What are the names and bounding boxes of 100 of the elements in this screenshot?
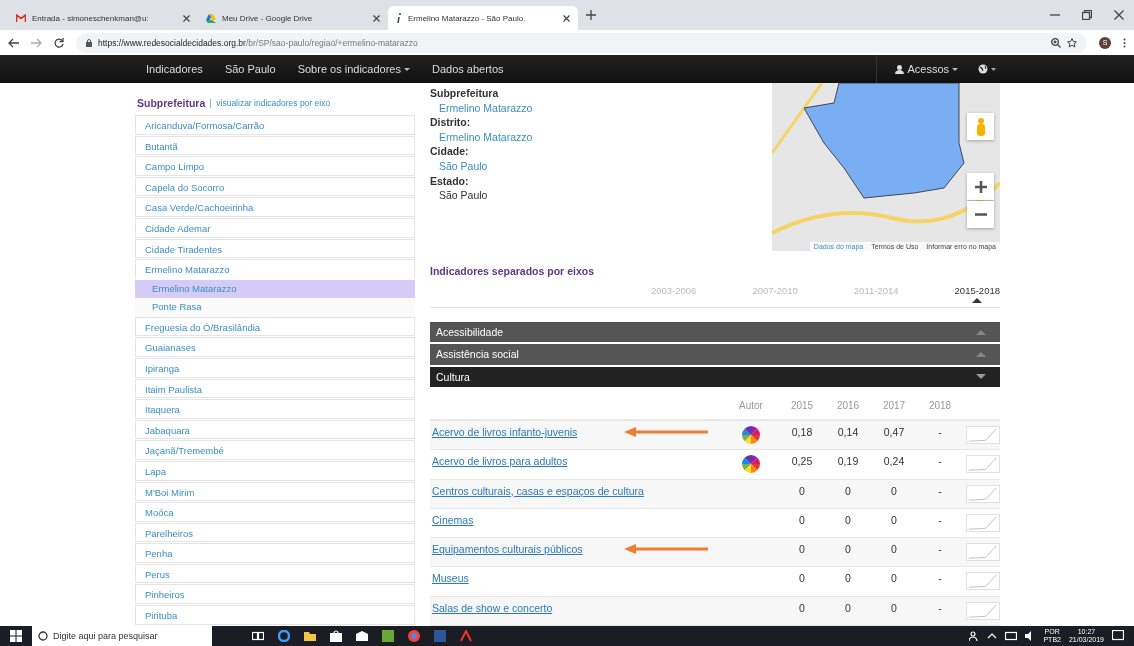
zoom-out-button[interactable] [967,201,994,228]
indicator-link[interactable]: Museus [432,572,469,585]
minus-icon [974,213,987,216]
account-menu[interactable]: Acessos [895,63,958,75]
browser-icon[interactable] [278,630,290,642]
info-label: Estado: [430,173,470,189]
network-icon[interactable] [1005,631,1018,641]
caret-icon [976,351,986,357]
sidebar-item[interactable]: Cidade Ademar [135,217,415,238]
reload-icon[interactable] [54,37,64,48]
indicator-link[interactable]: Centros culturais, casas e espaços de cultura [432,484,644,497]
sidebar-item[interactable]: Butantã [135,135,415,156]
indicator-link[interactable]: Acervo de livros infanto-juvenis [432,425,578,438]
zoom-in-button[interactable] [967,173,994,200]
sidebar-item[interactable]: Pinheiros [135,584,415,605]
browser-tab[interactable]: Ermelino Matarazzo - São Paulo. [388,6,578,30]
close-icon[interactable] [1114,10,1124,20]
indicator-link[interactable]: Equipamentos culturais públicos [432,543,583,556]
sidebar-item[interactable]: Jabaquara [135,419,415,440]
column-header: 2017 [881,400,907,412]
task-view-icon[interactable] [252,631,264,641]
sidebar-item[interactable]: Pirituba [135,605,415,625]
close-icon[interactable] [373,14,380,22]
sidebar-item[interactable]: Lapa [135,460,415,481]
table-cell-text: 0 [798,572,806,585]
sidebar-item[interactable]: Ipiranga [135,357,415,378]
zoom-icon[interactable] [1051,37,1061,48]
chevron-icon[interactable] [987,633,998,639]
table-cell-text: - [937,484,943,497]
info-link[interactable]: Ermelino Matarazzo [430,100,533,116]
nav-link[interactable]: São Paulo [224,63,276,75]
star-icon[interactable] [1067,37,1077,48]
globe-icon[interactable] [978,64,998,74]
browser-tab[interactable]: Meu Drive - Google Drive [198,6,388,30]
chrome-icon[interactable] [408,630,420,642]
sidebar-item[interactable]: Aricanduva/Formosa/Carrão [135,115,415,135]
sidebar-item[interactable]: Ermelino Matarazzo [135,259,415,279]
info-label: Subprefeitura [430,86,500,101]
folder-icon[interactable] [304,631,316,641]
sidebar-item[interactable]: Penha [135,543,415,563]
restore-icon[interactable] [1082,10,1092,20]
table-cell-text: 0 [890,484,898,497]
sidebar-item[interactable]: Itaim Paulista [135,378,415,399]
table-cell-text: 0 [798,513,806,526]
sidebar-item[interactable]: Itaquera [135,399,415,419]
caret-icon [952,67,958,71]
table-cell-text: 0 [798,484,806,497]
accordion-header[interactable]: Acessibilidade [430,322,1000,343]
table-cell-text: 0,19 [836,455,860,468]
sidebar-item[interactable]: Jaçanã/Tremembé [135,440,415,460]
menu-icon[interactable] [1123,37,1126,48]
axis-link[interactable]: visualizar indicadores por eixo [216,98,331,108]
back-icon[interactable] [8,37,19,48]
people-icon[interactable] [969,631,980,641]
period-tab[interactable]: 2003-2006 [650,285,697,303]
nav-link[interactable]: Sobre os indicadores [297,63,410,75]
sidebar-item[interactable]: Freguesia do Ó/Brasilândia [135,316,415,337]
search-icon [38,631,48,641]
accordion-header[interactable]: Assistência social [430,344,1000,365]
sidebar-title: Subprefeitura [137,97,206,109]
table-cell-text: 0,18 [790,425,814,438]
nav-link[interactable]: Dados abertos [432,63,504,75]
drive-icon [206,13,216,23]
store-icon[interactable] [330,630,342,642]
info-link[interactable]: Ermelino Matarazzo [430,129,533,145]
period-tab[interactable]: 2007-2010 [752,285,798,303]
sidebar-item[interactable]: M'Boi Mirim [135,481,415,502]
windows-start-icon[interactable] [10,630,22,642]
table-cell-text: 0,24 [882,455,906,468]
indicator-link[interactable]: Salas de show e concerto [432,601,553,614]
sidebar-item[interactable]: Casa Verde/Cachoeirinha [135,197,415,217]
address-bar[interactable]: https://www.redesocialdecidades.org.br/br/SP/sao-paulo/regiao/+ermelino-matarazzo [76,32,1087,53]
period-tab[interactable]: 2015-2018 [954,285,1000,303]
indicator-link[interactable]: Acervo de livros para adultos [432,455,568,468]
info-value: São Paulo [438,188,489,203]
pdf-icon[interactable] [460,630,472,642]
sidebar-subitem[interactable]: Ponte Rasa [135,298,415,317]
indicator-link[interactable]: Cinemas [432,513,474,526]
close-icon[interactable] [183,14,190,22]
sidebar-item[interactable]: Capela do Socorro [135,176,415,197]
close-icon[interactable] [563,14,570,22]
accordion-header[interactable]: Cultura [430,366,1000,387]
sidebar-item[interactable]: Campo Limpo [135,156,415,176]
period-tab[interactable]: 2011-2014 [853,285,899,303]
table-cell-text: 0 [844,572,852,585]
new-tab-icon[interactable] [586,10,596,20]
table-cell-text: 0,25 [790,455,814,468]
sidebar-item[interactable]: Parelheiros [135,522,415,543]
info-link[interactable]: São Paulo [430,158,533,174]
nav-link[interactable]: Indicadores [146,63,203,75]
sidebar-subitem[interactable]: Ermelino Matarazzo [135,279,415,299]
notification-icon[interactable] [1112,630,1124,642]
sidebar-item[interactable]: Moóca [135,502,415,522]
browser-tab[interactable]: Entrada - simoneschenkman@u: [8,6,198,30]
sidebar-item[interactable]: Perus [135,563,415,584]
plus-icon [974,180,987,193]
sidebar-item[interactable]: Guaianases [135,337,415,357]
taskbar-search-field[interactable]: Digite aqui para pesquisar [32,626,212,646]
sidebar-item[interactable]: Cidade Tiradentes [135,238,415,259]
column-header: 2016 [835,400,861,412]
